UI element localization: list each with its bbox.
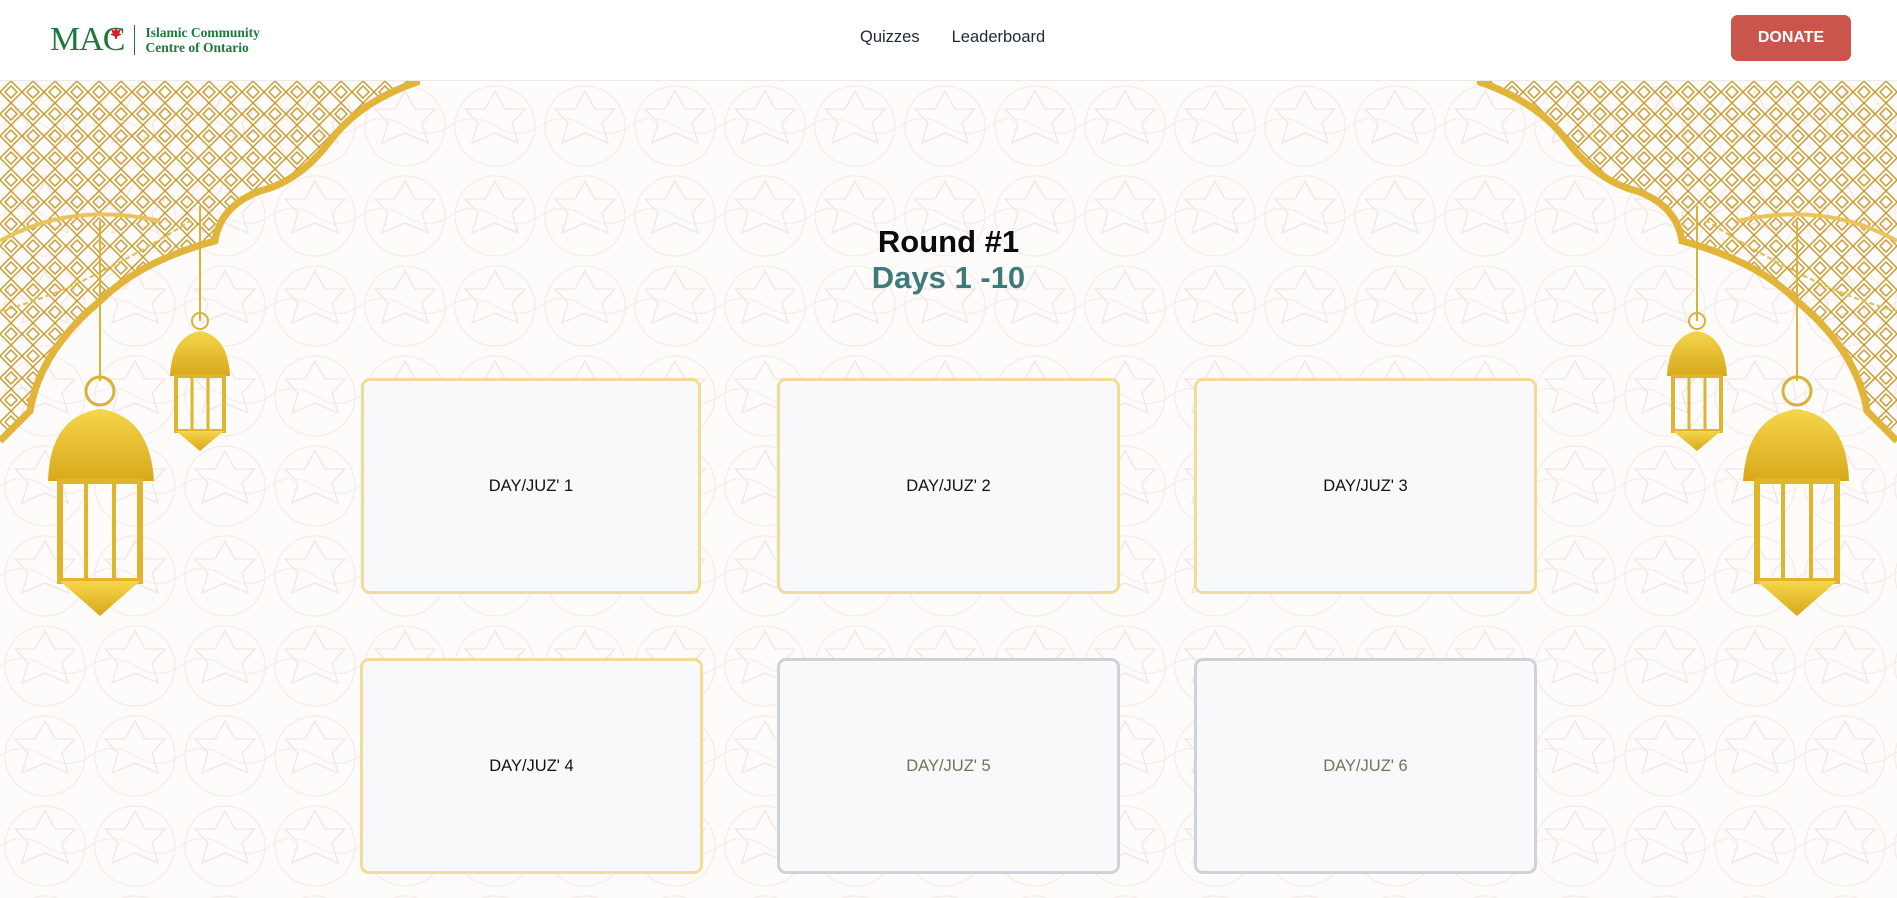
- day-card-label: DAY/JUZ' 5: [906, 756, 991, 775]
- logo-line-2: Centre of Ontario: [145, 40, 249, 55]
- day-card-5[interactable]: DAY/JUZ' 5: [777, 658, 1120, 874]
- mac-logo[interactable]: MAC Islamic Community Centre of Ontario: [50, 22, 260, 58]
- day-card-2[interactable]: DAY/JUZ' 2: [777, 378, 1120, 594]
- round-title: Round #1: [877, 224, 1020, 259]
- nav-link-quizzes[interactable]: Quizzes: [860, 28, 920, 47]
- day-card-6[interactable]: DAY/JUZ' 6: [1194, 658, 1537, 874]
- day-card-label: DAY/JUZ' 6: [1323, 756, 1408, 775]
- day-card-1[interactable]: DAY/JUZ' 1: [361, 378, 701, 594]
- logo-divider: [134, 25, 136, 55]
- donate-button[interactable]: DONATE: [1731, 15, 1851, 61]
- day-card-label: DAY/JUZ' 4: [489, 756, 574, 775]
- logo-text: Islamic Community Centre of Ontario: [145, 25, 259, 55]
- lantern-decoration-left: [0, 81, 420, 616]
- lantern-decoration-right: [1477, 81, 1897, 616]
- logo-mark: MAC: [50, 21, 125, 58]
- round-subtitle: Days 1 -10: [871, 260, 1026, 295]
- day-card-label: DAY/JUZ' 3: [1323, 476, 1408, 495]
- logo-line-1: Islamic Community: [145, 25, 260, 40]
- day-card-3[interactable]: DAY/JUZ' 3: [1194, 378, 1537, 594]
- day-card-label: DAY/JUZ' 1: [488, 476, 574, 495]
- main-nav: Quizzes Leaderboard: [860, 28, 1045, 47]
- day-card-4[interactable]: DAY/JUZ' 4: [360, 658, 703, 874]
- nav-link-leaderboard[interactable]: Leaderboard: [952, 28, 1046, 47]
- site-header: MAC Islamic Community Centre of Ontario …: [0, 0, 1897, 81]
- day-card-label: DAY/JUZ' 2: [906, 476, 991, 495]
